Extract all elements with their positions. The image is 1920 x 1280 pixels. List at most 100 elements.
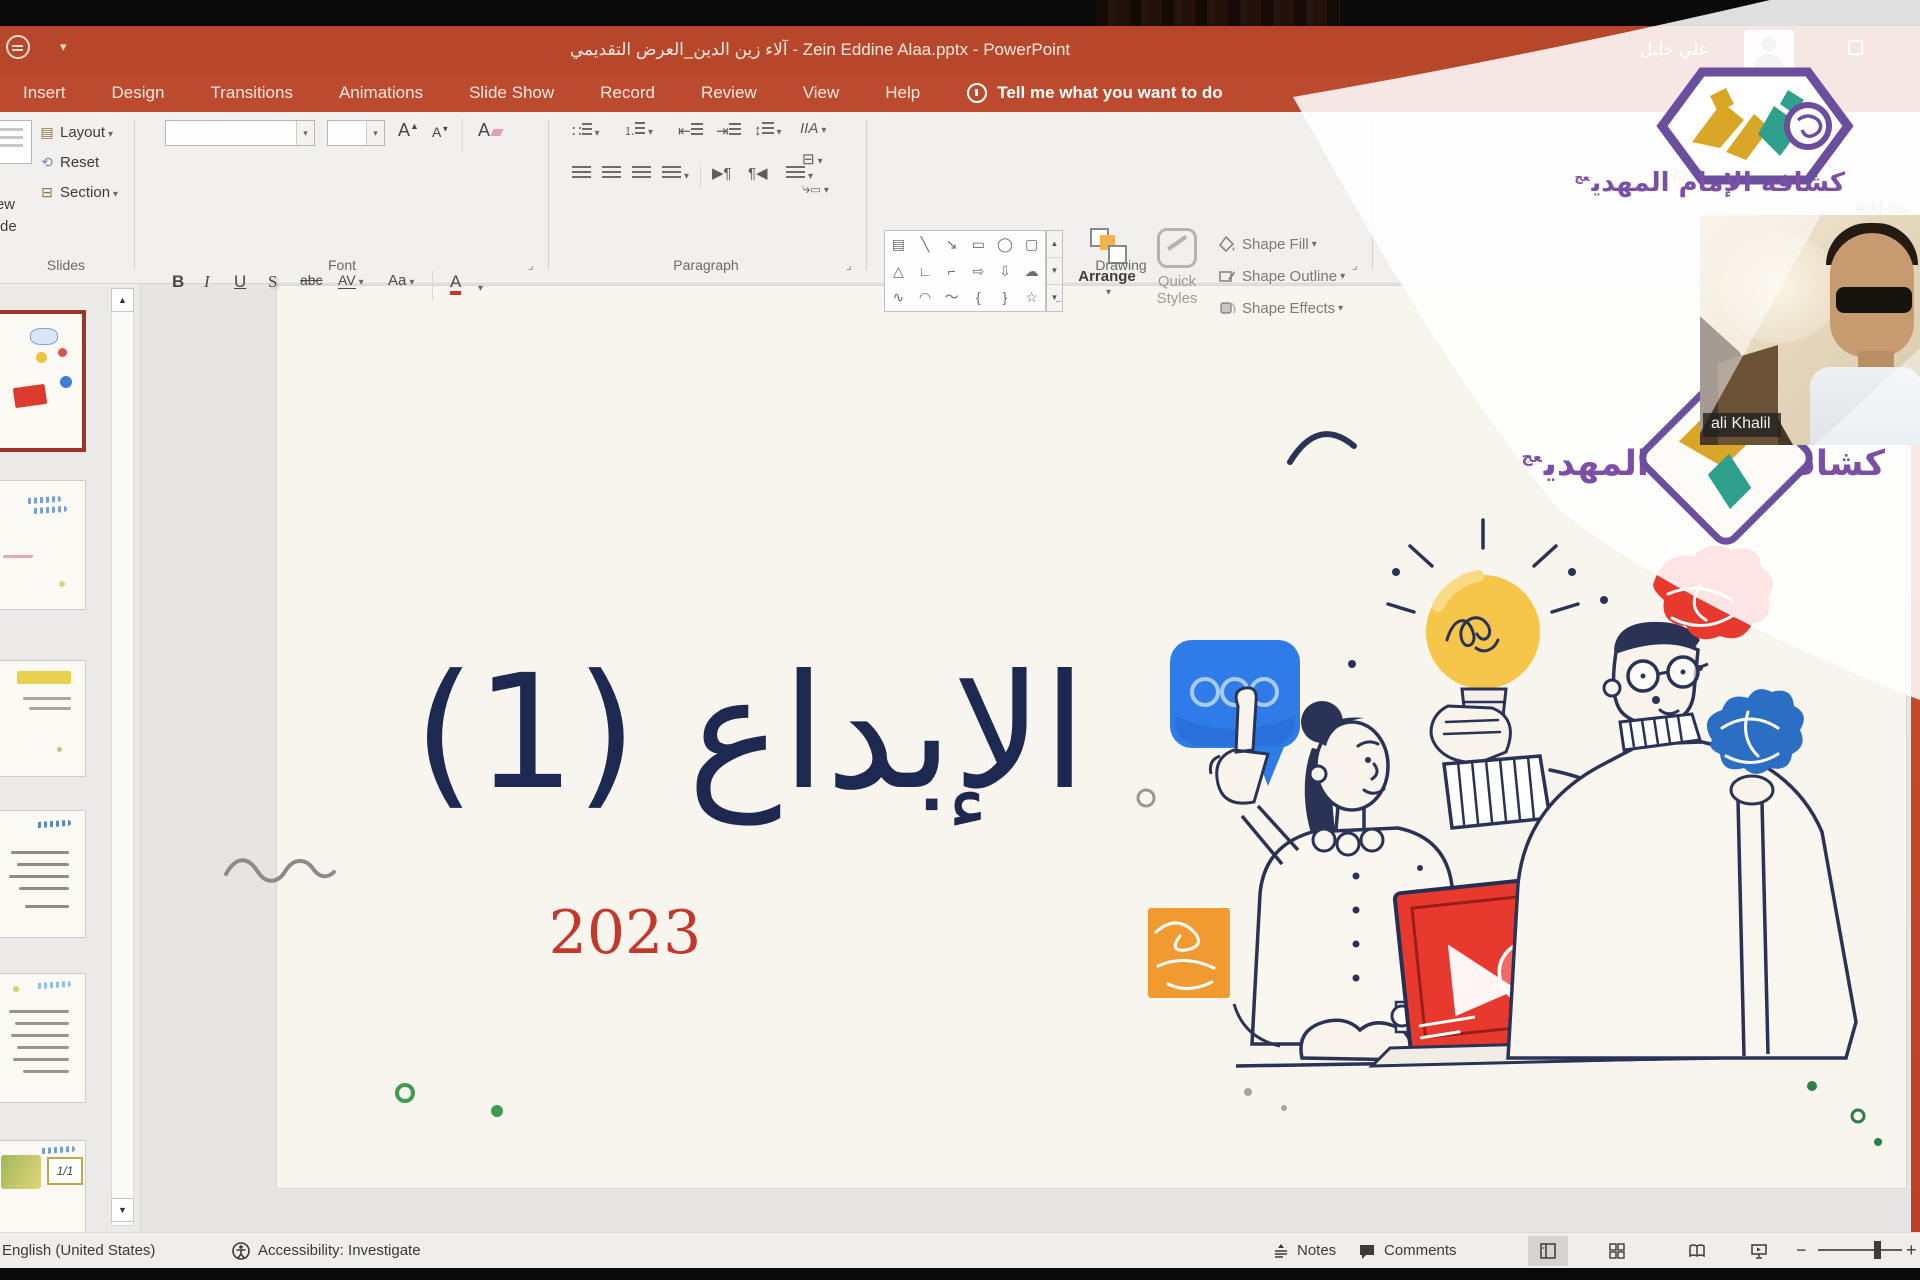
window-restore-icon[interactable]: [1848, 40, 1863, 55]
paragraph-group-label: Paragraph: [556, 257, 856, 273]
shape-glyph-icon[interactable]: ╲: [912, 231, 939, 258]
webcam-video[interactable]: ali Khalil: [1700, 215, 1920, 445]
letterbox-bottom: [0, 1268, 1920, 1280]
thumbnail-scrollbar-track[interactable]: [111, 288, 134, 1226]
layout-button[interactable]: ▤Layout▾: [38, 124, 113, 142]
slideshow-view-icon[interactable]: [1750, 1242, 1768, 1260]
tab-help[interactable]: Help: [862, 74, 943, 112]
watermark-text-top: كشافة الإمام المهديعج: [1545, 168, 1845, 198]
rtl-direction-button[interactable]: ▶¶: [712, 164, 732, 182]
align-left-button[interactable]: [572, 166, 591, 184]
font-color-button[interactable]: A: [450, 272, 461, 295]
scroll-up-icon[interactable]: ▲: [1047, 231, 1062, 258]
reset-button[interactable]: ⟲Reset: [38, 154, 99, 172]
ltr-direction-button[interactable]: ¶◀: [748, 164, 768, 182]
quick-access-caret-icon[interactable]: ▾: [60, 39, 67, 55]
shape-glyph-icon[interactable]: {: [965, 284, 992, 311]
shape-glyph-icon[interactable]: ▤: [885, 231, 912, 258]
tab-view[interactable]: View: [780, 74, 863, 112]
gallery-more-icon[interactable]: ▼̲: [1047, 285, 1062, 311]
thumbnail-slide-2[interactable]: [0, 480, 86, 610]
tab-record[interactable]: Record: [577, 74, 678, 112]
text-shadow-button[interactable]: S: [268, 272, 277, 292]
comments-button[interactable]: Comments: [1384, 1233, 1457, 1269]
zoom-slider-handle[interactable]: [1874, 1241, 1881, 1259]
clear-formatting-button[interactable]: A: [478, 120, 502, 141]
zoom-out-button[interactable]: −: [1796, 1232, 1807, 1268]
numbering-button[interactable]: ⒈▾: [624, 122, 653, 140]
shape-glyph-icon[interactable]: ∿: [885, 284, 912, 311]
drawing-group-label: Drawing: [876, 257, 1366, 273]
thumbnail-slide-5[interactable]: [0, 973, 86, 1103]
new-slide-button[interactable]: New Slide: [0, 118, 32, 248]
shape-glyph-icon[interactable]: ↘: [938, 231, 965, 258]
drawing-dialog-launcher-icon[interactable]: ⌟: [1352, 258, 1358, 272]
slide-sorter-view-icon[interactable]: [1608, 1242, 1626, 1260]
strikethrough-button[interactable]: abc: [300, 272, 323, 288]
page-number-badge: 1/1: [47, 1157, 83, 1185]
accessibility-status[interactable]: Accessibility: Investigate: [258, 1233, 421, 1269]
shape-glyph-icon[interactable]: ▢: [1018, 231, 1045, 258]
tab-slide-show[interactable]: Slide Show: [446, 74, 577, 112]
shrink-font-button[interactable]: A▼: [432, 124, 449, 140]
chevron-down-icon[interactable]: ▾: [366, 121, 384, 145]
change-case-button[interactable]: Aa▾: [388, 272, 414, 289]
reading-view-icon[interactable]: [1688, 1242, 1706, 1260]
bold-button[interactable]: B: [172, 272, 184, 292]
thumbnail-slide-3[interactable]: [0, 660, 86, 777]
align-center-button[interactable]: [602, 166, 621, 184]
text-direction-button[interactable]: IIA▾: [800, 120, 826, 138]
slide-year-text[interactable]: 2023: [540, 898, 710, 968]
tab-review[interactable]: Review: [678, 74, 780, 112]
tell-me-box[interactable]: Tell me what you want to do: [943, 83, 1222, 103]
underline-button[interactable]: U: [234, 272, 246, 292]
align-text-button[interactable]: ⊟▾: [802, 150, 823, 169]
tab-animations[interactable]: Animations: [316, 74, 446, 112]
font-size-combobox[interactable]: ▾: [327, 120, 385, 146]
align-right-button[interactable]: [632, 166, 651, 184]
italic-button[interactable]: I: [204, 272, 210, 292]
convert-smartart-button[interactable]: ⤷▭▾: [802, 180, 829, 198]
section-button[interactable]: ⊟Section▾: [38, 184, 118, 202]
thumbnail-slide-6[interactable]: 1/1: [0, 1140, 86, 1232]
separator: [700, 162, 701, 188]
character-spacing-button[interactable]: AV▾: [338, 272, 364, 288]
font-name-combobox[interactable]: ▾: [165, 120, 315, 146]
document-title: آلاء زين الدين_العرض التقديمي - Zein Edd…: [520, 26, 1120, 74]
shape-effects-button[interactable]: Shape Effects▾: [1218, 296, 1343, 320]
shape-glyph-icon[interactable]: ～: [938, 284, 965, 311]
shape-glyph-icon[interactable]: }: [992, 284, 1019, 311]
quick-access-icon[interactable]: [6, 35, 30, 59]
tab-transitions[interactable]: Transitions: [187, 74, 316, 112]
tab-design[interactable]: Design: [89, 74, 188, 112]
line-spacing-button[interactable]: ↕▾: [754, 122, 782, 140]
layout-icon: ▤: [38, 124, 56, 141]
notes-button[interactable]: Notes: [1297, 1233, 1336, 1269]
shape-fill-button[interactable]: Shape Fill▾: [1218, 232, 1317, 256]
zoom-in-button[interactable]: +: [1906, 1232, 1917, 1268]
decrease-indent-button[interactable]: ⇤: [678, 122, 703, 141]
shape-glyph-icon[interactable]: ◠: [912, 284, 939, 311]
shape-glyph-icon[interactable]: ▭: [965, 231, 992, 258]
chevron-down-icon[interactable]: ▾: [296, 121, 314, 145]
ribbon: New Slide ▤Layout▾ ⟲Reset ⊟Section▾ Slid…: [0, 112, 1920, 284]
webcam-person-sunglasses: [1836, 287, 1912, 313]
zoom-slider-track[interactable]: [1818, 1249, 1902, 1251]
shape-glyph-icon[interactable]: ☆: [1018, 284, 1045, 311]
slide-title-text[interactable]: الإبداع (1): [400, 578, 1100, 888]
increase-indent-button[interactable]: ⇥: [716, 122, 741, 141]
shape-glyph-icon[interactable]: ◯: [992, 231, 1019, 258]
paragraph-dialog-launcher-icon[interactable]: ⌟: [846, 258, 852, 272]
thumbnail-slide-1[interactable]: [0, 310, 86, 452]
justify-button[interactable]: ▾: [662, 166, 689, 184]
thumbnail-slide-4[interactable]: [0, 810, 86, 938]
tab-insert[interactable]: Insert: [0, 74, 89, 112]
new-slide-icon: [0, 120, 32, 164]
new-slide-label2: Slide: [0, 218, 30, 235]
scroll-up-button[interactable]: ▲: [111, 288, 134, 312]
font-dialog-launcher-icon[interactable]: ⌟: [528, 258, 534, 272]
language-status[interactable]: English (United States): [2, 1233, 155, 1269]
scroll-down-button[interactable]: ▼: [111, 1198, 134, 1222]
grow-font-button[interactable]: A▲: [398, 120, 419, 141]
bullets-button[interactable]: ∷▾: [572, 122, 600, 141]
